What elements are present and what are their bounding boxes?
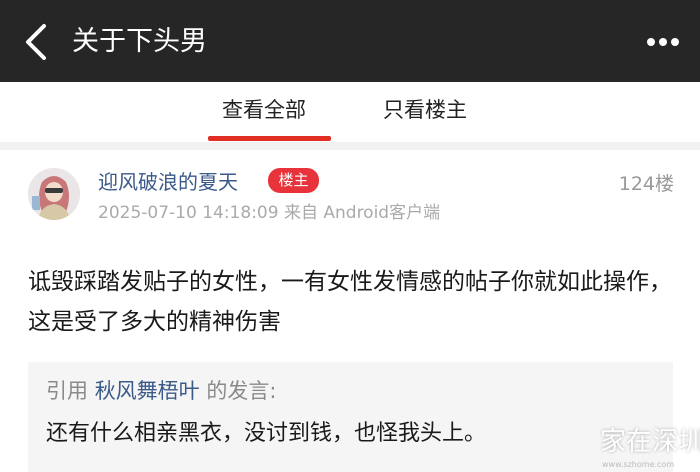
post-timestamp: 2025-07-10 14:18:09 bbox=[98, 203, 279, 223]
post-author[interactable]: 迎风破浪的夏天 bbox=[98, 167, 238, 197]
active-tab-indicator bbox=[208, 136, 331, 141]
op-badge: 楼主 bbox=[268, 168, 319, 193]
quote-user[interactable]: 秋风舞梧叶 bbox=[95, 379, 200, 403]
quote-header: 引用 秋风舞梧叶 的发言: bbox=[46, 376, 276, 406]
more-horizontal-icon bbox=[647, 38, 679, 46]
quote-suffix: 的发言: bbox=[206, 379, 277, 403]
page-title: 关于下头男 bbox=[72, 26, 207, 57]
post-source: 来自 Android客户端 bbox=[283, 203, 441, 223]
watermark-text: 家在深圳 bbox=[600, 427, 700, 457]
back-button[interactable] bbox=[18, 22, 58, 62]
top-bar: 关于下头男 bbox=[0, 0, 700, 82]
floor-number: 124楼 bbox=[618, 173, 674, 195]
tab-op-only[interactable]: 只看楼主 bbox=[383, 95, 467, 125]
quote-prefix: 引用 bbox=[46, 379, 88, 403]
watermark: 家在深圳 www.szhome.com bbox=[592, 422, 700, 472]
avatar-image bbox=[28, 168, 80, 220]
tab-view-all[interactable]: 查看全部 bbox=[222, 95, 306, 125]
section-divider bbox=[0, 142, 700, 150]
post-content: 诋毁踩踏发贴子的女性，一有女性发情感的帖子你就如此操作，这是受了多大的精神伤害 bbox=[28, 269, 672, 335]
avatar[interactable] bbox=[28, 168, 80, 220]
post-meta: 2025-07-10 14:18:09 来自 Android客户端 bbox=[98, 200, 440, 226]
quote-block: 引用 秋风舞梧叶 的发言: 还有什么相亲黑衣，没讨到钱，也怪我头上。 bbox=[28, 362, 673, 472]
tab-bar: 查看全部 只看楼主 bbox=[0, 82, 700, 142]
quote-text: 还有什么相亲黑衣，没讨到钱，也怪我头上。 bbox=[46, 421, 487, 446]
chevron-left-icon bbox=[26, 24, 46, 60]
watermark-url: www.szhome.com bbox=[602, 460, 675, 469]
more-button[interactable] bbox=[638, 26, 688, 58]
